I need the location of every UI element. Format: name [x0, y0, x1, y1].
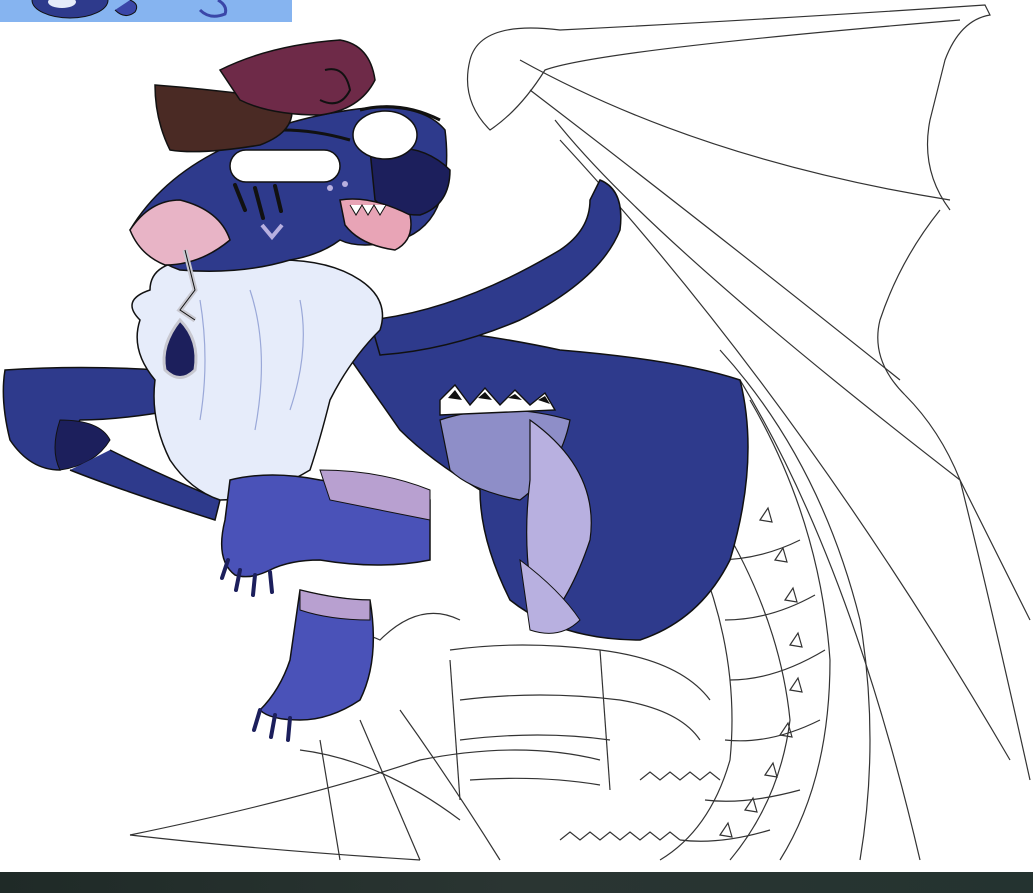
character-reference-icon — [0, 0, 292, 22]
bottom-bar — [0, 872, 1033, 893]
dragon-creature-drawing — [2, 4, 1031, 861]
fur-ruff — [131, 254, 384, 501]
eye-right — [352, 110, 418, 160]
drawing-canvas — [0, 0, 1033, 872]
eye-left — [229, 149, 341, 183]
